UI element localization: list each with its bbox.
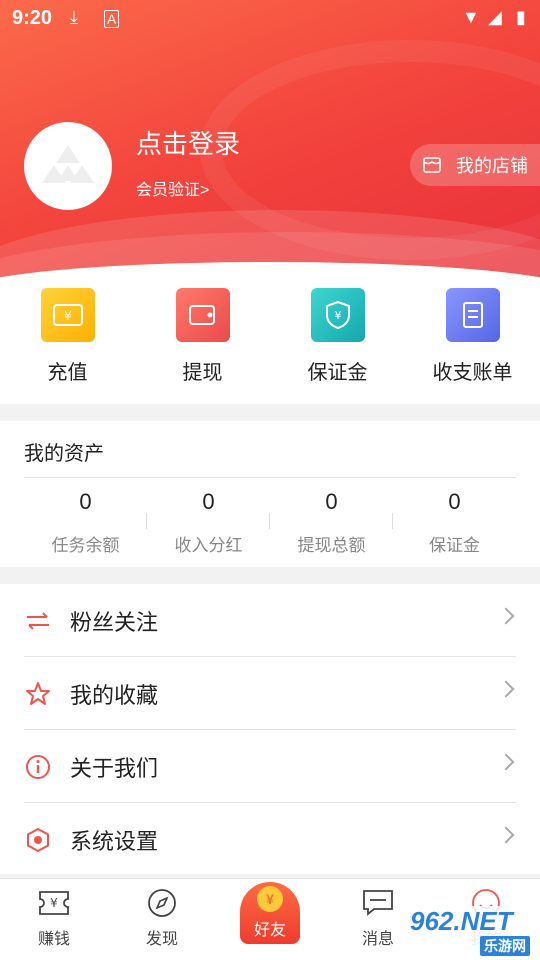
- menu-label: 系统设置: [70, 828, 159, 854]
- menu-item-about[interactable]: 关于我们: [0, 730, 540, 803]
- assets-title: 我的资产: [24, 443, 104, 465]
- svg-text:¥: ¥: [50, 896, 58, 910]
- asset-task-balance[interactable]: 0 任务余额: [24, 489, 147, 556]
- asset-value: 0: [448, 489, 461, 514]
- asset-label: 提现总额: [297, 536, 366, 555]
- nav-label: 发现: [145, 931, 178, 948]
- nav-label: 好友: [253, 922, 286, 939]
- watermark-sub: 乐游网: [480, 936, 530, 956]
- bill-label: 收支账单: [432, 362, 513, 384]
- notification-icon: A: [104, 10, 120, 28]
- info-icon: [24, 753, 52, 781]
- signal-icon: ◢: [488, 7, 502, 27]
- menu-label: 我的收藏: [70, 682, 159, 708]
- battery-icon: ▮: [516, 7, 526, 27]
- nav-discover[interactable]: 发现: [108, 879, 216, 960]
- menu-item-fans[interactable]: 粉丝关注: [0, 584, 540, 657]
- asset-deposit[interactable]: 0 保证金: [393, 489, 516, 556]
- bill-button[interactable]: 收支账单: [405, 280, 540, 404]
- svg-text:¥: ¥: [64, 309, 72, 323]
- nav-friends[interactable]: ¥ 好友: [240, 882, 300, 944]
- asset-label: 任务余额: [51, 536, 120, 555]
- compass-icon: [146, 887, 178, 919]
- asset-income-dividend[interactable]: 0 收入分红: [147, 489, 270, 556]
- watermark: 962.NET 乐游网: [402, 906, 538, 958]
- nav-label: 赚钱: [37, 931, 70, 948]
- settings-menu: 粉丝关注 我的收藏 关于我们 系统设置: [0, 584, 540, 874]
- nav-label: 消息: [361, 931, 394, 948]
- withdraw-button[interactable]: 提现: [135, 280, 270, 404]
- asset-value: 0: [79, 489, 92, 514]
- menu-label: 关于我们: [70, 755, 159, 781]
- settings-hexagon-icon: [24, 826, 52, 854]
- avatar[interactable]: [24, 122, 112, 210]
- asset-label: 收入分红: [174, 536, 243, 555]
- wallet-icon: [175, 288, 230, 342]
- watermark-text: 962.NET: [410, 906, 513, 936]
- deposit-label: 保证金: [307, 362, 368, 384]
- bill-icon: [445, 288, 500, 342]
- avatar-logo-icon: [42, 145, 94, 183]
- assets-card: 我的资产 0 任务余额 0 收入分红 0 提现总额 0 保证金: [0, 421, 540, 567]
- status-bar: 9:20 ⤓ A ▼ ◢ ▮: [0, 0, 540, 36]
- ticket-yen-icon: ¥: [38, 887, 70, 919]
- menu-label: 粉丝关注: [70, 609, 159, 635]
- recharge-label: 充值: [47, 362, 88, 384]
- coin-icon: ¥: [257, 886, 283, 912]
- status-time: 9:20: [12, 7, 53, 29]
- recharge-button[interactable]: ¥ 充值: [0, 280, 135, 404]
- chat-icon: [362, 887, 394, 919]
- download-icon: ⤓: [70, 7, 78, 27]
- chevron-right-icon: [497, 680, 515, 698]
- menu-item-settings[interactable]: 系统设置: [0, 803, 540, 876]
- asset-withdraw-total[interactable]: 0 提现总额: [270, 489, 393, 556]
- wifi-icon: ▼: [462, 7, 480, 27]
- quick-actions: ¥ 充值 提现 ¥ 保证金 收支账单: [0, 280, 540, 404]
- shield-yen-icon: ¥: [310, 288, 365, 342]
- withdraw-label: 提现: [182, 362, 223, 384]
- chevron-right-icon: [497, 826, 515, 844]
- menu-item-favorites[interactable]: 我的收藏: [0, 657, 540, 730]
- my-shop-label: 我的店铺: [456, 156, 528, 176]
- svg-text:¥: ¥: [334, 309, 341, 322]
- nav-earn[interactable]: ¥ 赚钱: [0, 879, 108, 960]
- star-icon: [24, 680, 52, 708]
- recharge-icon: ¥: [40, 288, 95, 342]
- asset-value: 0: [202, 489, 215, 514]
- chevron-right-icon: [497, 753, 515, 771]
- divider: [24, 477, 516, 478]
- member-verify-link[interactable]: 会员验证>: [136, 176, 209, 200]
- asset-value: 0: [325, 489, 338, 514]
- asset-label: 保证金: [429, 536, 480, 555]
- arrows-swap-icon: [24, 607, 52, 635]
- my-shop-button[interactable]: 我的店铺: [410, 144, 540, 186]
- deposit-button[interactable]: ¥ 保证金: [270, 280, 405, 404]
- shop-icon: [423, 157, 441, 173]
- login-link[interactable]: 点击登录: [136, 124, 240, 161]
- chevron-right-icon: [497, 607, 515, 625]
